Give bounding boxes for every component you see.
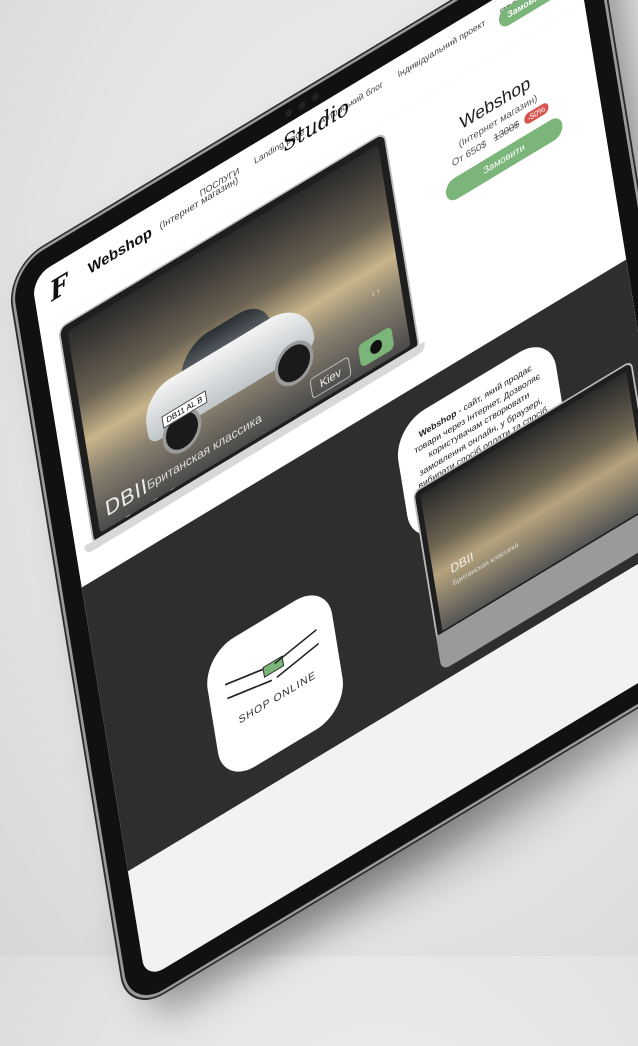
logo-icon[interactable]: F: [48, 262, 81, 309]
slider-arrows[interactable]: ‹ ›: [371, 286, 380, 300]
wings-badge-icon: [262, 655, 285, 678]
camera-dot: [285, 107, 293, 119]
camera-dot: [311, 91, 320, 103]
camera-dot: [298, 99, 307, 111]
